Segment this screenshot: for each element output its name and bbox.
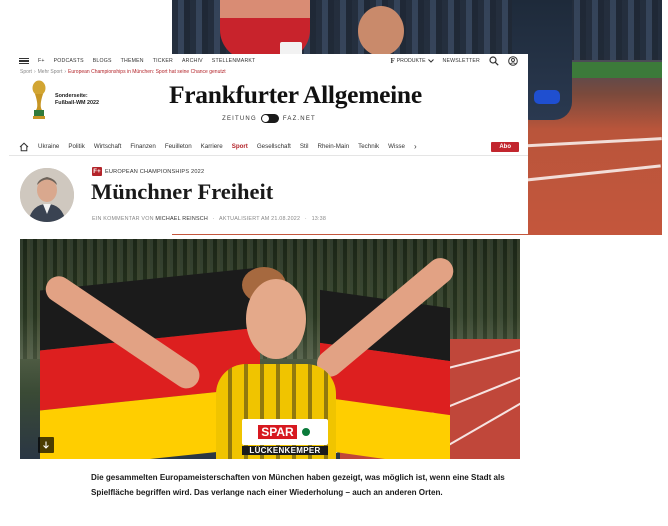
fplus-badge: F+ xyxy=(92,167,102,176)
user-icon[interactable] xyxy=(508,56,518,66)
athlete-bib: SPAR xyxy=(242,419,328,445)
newsletter-link[interactable]: NEWSLETTER xyxy=(443,58,480,64)
breadcrumb: Sport › Mehr Sport › European Championships … xyxy=(20,69,226,75)
teaser-text: Die gesammelten Europameisterschaften vo… xyxy=(91,473,505,497)
nav-link-archiv[interactable]: ARCHIV xyxy=(182,58,203,64)
promo-title: Fußball-WM 2022 xyxy=(55,100,100,106)
top-navigation-right: F PRODUKTE NEWSLETTER xyxy=(390,56,528,66)
article-teaser: Die gesammelten Europameisterschaften vo… xyxy=(74,461,530,526)
produkte-label: PRODUKTE xyxy=(396,58,426,64)
logo-wordmark: Frankfurter Allgemeine xyxy=(169,80,422,109)
section-rhein-main[interactable]: Rhein-Main xyxy=(318,143,350,150)
author-link[interactable]: MICHAEL REINSCH xyxy=(155,216,208,222)
logo-zeitung-label: ZEITUNG xyxy=(222,115,257,122)
article-hero-image: SPAR LÜCKENKEMPER xyxy=(20,239,520,459)
byline-prefix: EIN KOMMENTAR VON xyxy=(92,216,154,222)
section-technik[interactable]: Technik xyxy=(358,143,379,150)
section-feuilleton[interactable]: Feuilleton xyxy=(165,143,192,150)
author-avatar[interactable] xyxy=(20,168,74,222)
article-byline: EIN KOMMENTAR VON MICHAEL REINSCH · AKTU… xyxy=(92,216,327,222)
nav-link-podcasts[interactable]: PODCASTS xyxy=(54,58,84,64)
section-wissen[interactable]: Wisse xyxy=(388,143,405,150)
world-cup-trophy-icon xyxy=(32,80,46,119)
faz-page-header: F+ PODCASTS BLOGS THEMEN TICKER ARCHIV S… xyxy=(9,54,528,234)
section-politik[interactable]: Politik xyxy=(68,143,85,150)
section-finanzen[interactable]: Finanzen xyxy=(130,143,155,150)
faz-logo[interactable]: Frankfurter Allgemeine ZEITUNG FAZ.NET xyxy=(169,80,422,123)
logo-faznet-label: FAZ.NET xyxy=(282,115,316,122)
athlete-head xyxy=(246,279,306,359)
wm-promo[interactable]: Sonderseite: Fußball-WM 2022 xyxy=(29,80,99,120)
runner-shoe xyxy=(534,90,560,104)
breadcrumb-current: European Championships in München: Sport… xyxy=(68,69,226,75)
faz-f-icon: F xyxy=(390,57,395,65)
breadcrumb-item[interactable]: Sport xyxy=(20,69,32,75)
article-kicker: F+ EUROPEAN CHAMPIONSHIPS 2022 xyxy=(92,167,204,176)
nav-link-fplus[interactable]: F+ xyxy=(38,58,45,64)
home-icon[interactable] xyxy=(19,142,29,152)
nav-link-themen[interactable]: THEMEN xyxy=(121,58,144,64)
section-ukraine[interactable]: Ukraine xyxy=(38,143,59,150)
abo-button[interactable]: Abo xyxy=(491,141,519,152)
chevron-right-icon[interactable]: › xyxy=(414,142,417,151)
breadcrumb-item[interactable]: Mehr Sport xyxy=(38,69,63,75)
bib-sponsor: SPAR xyxy=(258,425,297,439)
top-navigation: F+ PODCASTS BLOGS THEMEN TICKER ARCHIV S… xyxy=(9,54,528,68)
promo-text: Sonderseite: Fußball-WM 2022 xyxy=(55,93,99,107)
produkte-menu[interactable]: F PRODUKTE xyxy=(390,57,434,65)
kicker-text: EUROPEAN CHAMPIONSHIPS 2022 xyxy=(105,168,205,175)
nav-link-blogs[interactable]: BLOGS xyxy=(93,58,112,64)
download-icon[interactable] xyxy=(38,437,54,453)
section-wirtschaft[interactable]: Wirtschaft xyxy=(94,143,122,150)
section-stil[interactable]: Stil xyxy=(300,143,309,150)
nav-link-ticker[interactable]: TICKER xyxy=(153,58,173,64)
menu-icon[interactable] xyxy=(19,57,29,65)
zeitung-faznet-toggle[interactable] xyxy=(260,114,279,123)
nav-link-stellenmarkt[interactable]: STELLENMARKT xyxy=(212,58,256,64)
logo-subline: ZEITUNG FAZ.NET xyxy=(169,114,369,123)
article-headline: Münchner Freiheit xyxy=(91,179,274,204)
promo-label: Sonderseite: xyxy=(55,93,88,99)
section-karriere[interactable]: Karriere xyxy=(201,143,223,150)
chevron-down-icon xyxy=(427,59,434,63)
section-navigation: Ukraine Politik Wirtschaft Finanzen Feui… xyxy=(9,138,528,156)
runner-head xyxy=(358,6,404,56)
section-gesellschaft[interactable]: Gesellschaft xyxy=(257,143,291,150)
search-icon[interactable] xyxy=(489,56,499,66)
updated-date: AKTUALISIERT AM 21.08.2022 xyxy=(219,216,301,222)
bib-name: LÜCKENKEMPER xyxy=(242,446,328,455)
updated-time: 13:38 xyxy=(311,216,327,222)
section-sport[interactable]: Sport xyxy=(232,143,248,150)
spar-tree-icon xyxy=(299,426,312,438)
